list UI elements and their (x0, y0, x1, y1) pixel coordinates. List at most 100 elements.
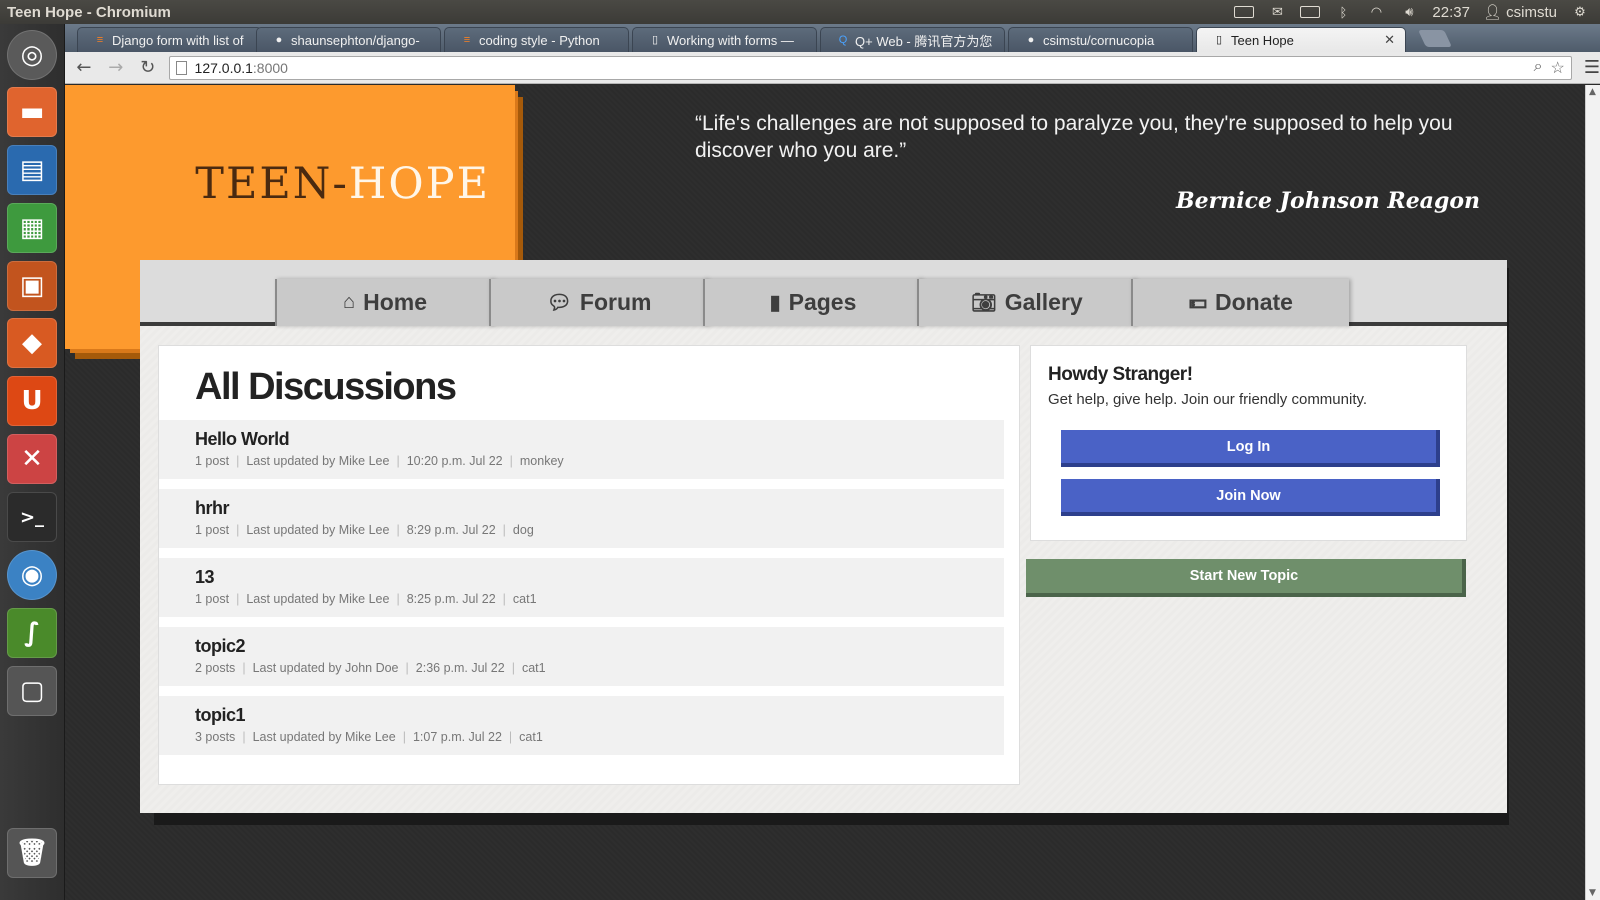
editor-icon[interactable]: ∫ (7, 608, 57, 658)
camera-icon: 📷︎ (971, 292, 997, 314)
money-icon: 💵︎ (1189, 291, 1208, 313)
launcher: ◎ ▬ ▤ ▦ ▣ ◆ U ✕ >_ ◉ ∫ ▢ 🗑︎ (0, 24, 65, 900)
github-icon: ● (275, 33, 283, 46)
start-new-topic-button[interactable]: Start New Topic (1026, 559, 1466, 597)
nav-pages[interactable]: ▮ Pages (703, 279, 921, 326)
welcome-title: Howdy Stranger! (1048, 364, 1193, 385)
file-icon: ▮ (769, 292, 781, 314)
topic-meta: 3 posts | Last updated by Mike Lee | 1:07 p.… (195, 730, 543, 744)
user-icon: 👤︎ (1482, 4, 1502, 21)
topic-meta: 1 post | Last updated by Mike Lee | 8:25 p.m… (195, 592, 537, 606)
tab-coding-style[interactable]: ≡ coding style - Python (444, 27, 629, 52)
welcome-subtitle: Get help, give help. Join our friendly c… (1048, 391, 1368, 408)
topic-title[interactable]: 13 (195, 567, 215, 588)
topic-title[interactable]: topic1 (195, 705, 246, 726)
bookmark-star-icon[interactable]: ☆ (1551, 58, 1565, 78)
impress-icon[interactable]: ▣ (7, 261, 57, 311)
scroll-down-icon[interactable]: ▼ (1589, 888, 1596, 898)
clock[interactable]: 22:37 (1432, 4, 1470, 21)
window-title: Teen Hope - Chromium (7, 3, 171, 21)
workspace-switcher-icon[interactable]: ▢ (7, 666, 57, 716)
stackoverflow-icon: ≡ (96, 33, 104, 46)
qq-icon: Q (838, 33, 848, 46)
page-icon: ▯ (1215, 33, 1223, 46)
page-icon (175, 60, 187, 75)
topic-title[interactable]: topic2 (195, 636, 246, 657)
browser-toolbar: ← → ↻ 127.0.0.1:8000 ⌕ ☆ ☰ (65, 52, 1600, 84)
topic-row[interactable]: topic2 2 posts | Last updated by John Doe |… (159, 627, 1004, 686)
files-icon[interactable]: ▬ (7, 87, 57, 137)
tab-qq-web[interactable]: Q Q+ Web - 腾讯官方为您 (820, 27, 1005, 52)
bluetooth-icon[interactable]: ᛒ (1333, 5, 1353, 20)
home-icon: ⌂ (343, 291, 356, 313)
keyboard-icon[interactable] (1234, 6, 1255, 18)
tab-cornucopia[interactable]: ● csimstu/cornucopia (1008, 27, 1193, 52)
gear-icon[interactable]: ⚙ (1570, 4, 1590, 19)
topic-title[interactable]: Hello World (195, 429, 290, 450)
github-icon: ● (1027, 33, 1035, 46)
topic-row[interactable]: 13 1 post | Last updated by Mike Lee | 8:25 … (159, 558, 1004, 617)
join-now-button[interactable]: Join Now (1061, 479, 1440, 516)
topic-row[interactable]: Hello World 1 post | Last updated by Mike … (159, 420, 1004, 479)
topic-row[interactable]: hrhr 1 post | Last updated by Mike Lee | 8:2… (159, 489, 1004, 548)
nav-home[interactable]: ⌂ Home (275, 279, 493, 326)
comments-icon: 💬︎ (546, 292, 572, 314)
nav-gallery[interactable]: 📷︎ Gallery (917, 279, 1135, 326)
reload-icon: ↻ (140, 57, 156, 78)
login-button[interactable]: Log In (1061, 430, 1440, 467)
chromium-icon[interactable]: ◉ (7, 550, 57, 600)
page-icon: ▯ (651, 33, 659, 46)
tab-shaunsephton[interactable]: ● shaunsephton/django- (256, 27, 441, 52)
reload-button[interactable]: ↻ (135, 55, 161, 81)
software-center-icon[interactable]: ◆ (7, 318, 57, 368)
logo-text: TEEN-HOPE (195, 159, 490, 209)
quote-author: Bernice Johnson Reagon (1176, 188, 1480, 214)
topic-meta: 2 posts | Last updated by John Doe | 2:36 p.… (195, 661, 546, 675)
back-arrow-icon: ← (76, 57, 92, 78)
welcome-panel: Howdy Stranger! Get help, give help. Joi… (1030, 345, 1467, 541)
header-quote: “Life's challenges are not supposed to p… (695, 112, 1453, 162)
page-viewport: TEEN-HOPE “Life's challenges are not sup… (65, 85, 1585, 900)
main-content: ⌂ Home 💬︎ Forum ▮ Pages 📷︎ Gallery 💵︎ Donate … (140, 260, 1507, 813)
topic-meta: 1 post | Last updated by Mike Lee | 10:20 p.… (195, 454, 564, 468)
tab-django-form[interactable]: ≡ Django form with list of (77, 27, 262, 52)
wifi-icon[interactable]: ◠ (1366, 4, 1386, 19)
main-nav: ⌂ Home 💬︎ Forum ▮ Pages 📷︎ Gallery 💵︎ Donate (140, 260, 1507, 326)
forward-button[interactable]: → (103, 55, 129, 81)
forward-arrow-icon: → (108, 57, 124, 78)
new-tab-button[interactable] (1418, 30, 1452, 47)
nav-donate[interactable]: 💵︎ Donate (1131, 279, 1349, 326)
page-title: All Discussions (195, 366, 457, 408)
top-panel: Teen Hope - Chromium ✉ ᛒ ◠ 🔊︎ 22:37 👤︎ c… (0, 0, 1600, 24)
system-tray: ✉ ᛒ ◠ 🔊︎ 22:37 👤︎ csimstu ⚙ (1234, 3, 1600, 21)
url-host: 127.0.0.1 (194, 59, 253, 76)
tab-strip: ≡ Django form with list of ● shaunsephton/… (65, 24, 1600, 52)
back-button[interactable]: ← (71, 55, 97, 81)
topic-row[interactable]: topic1 3 posts | Last updated by Mike Lee |… (159, 696, 1004, 755)
nav-forum[interactable]: 💬︎ Forum (489, 279, 707, 326)
battery-icon[interactable] (1300, 6, 1321, 18)
system-settings-icon[interactable]: ✕ (7, 434, 57, 484)
terminal-icon[interactable]: >_ (7, 492, 57, 542)
topic-title[interactable]: hrhr (195, 498, 230, 519)
writer-icon[interactable]: ▤ (7, 145, 57, 195)
mail-icon[interactable]: ✉ (1267, 4, 1287, 19)
user-menu[interactable]: 👤︎ csimstu (1483, 3, 1557, 21)
address-bar[interactable]: 127.0.0.1:8000 ⌕ ☆ (168, 55, 1572, 80)
chrome-menu-icon[interactable]: ☰ (1584, 57, 1600, 78)
tab-teen-hope[interactable]: ▯ Teen Hope ✕ (1196, 27, 1406, 52)
tab-working-with-forms[interactable]: ▯ Working with forms — (632, 27, 817, 52)
volume-icon[interactable]: 🔊︎ (1399, 4, 1419, 19)
close-tab-icon[interactable]: ✕ (1384, 32, 1395, 48)
topic-meta: 1 post | Last updated by Mike Lee | 8:29 p.m… (195, 523, 534, 537)
search-icon[interactable]: ⌕ (1534, 58, 1543, 78)
user-name: csimstu (1506, 4, 1557, 21)
scroll-up-icon[interactable]: ▲ (1589, 87, 1596, 97)
calc-icon[interactable]: ▦ (7, 203, 57, 253)
discussions-panel: All Discussions Hello World 1 post | Last … (158, 345, 1020, 785)
ubuntu-one-icon[interactable]: U (7, 376, 57, 426)
url-port: :8000 (252, 59, 288, 76)
trash-icon[interactable]: 🗑︎ (7, 828, 57, 878)
page-scrollbar[interactable]: ▲ ▼ (1585, 85, 1600, 900)
dash-home-icon[interactable]: ◎ (7, 30, 57, 80)
